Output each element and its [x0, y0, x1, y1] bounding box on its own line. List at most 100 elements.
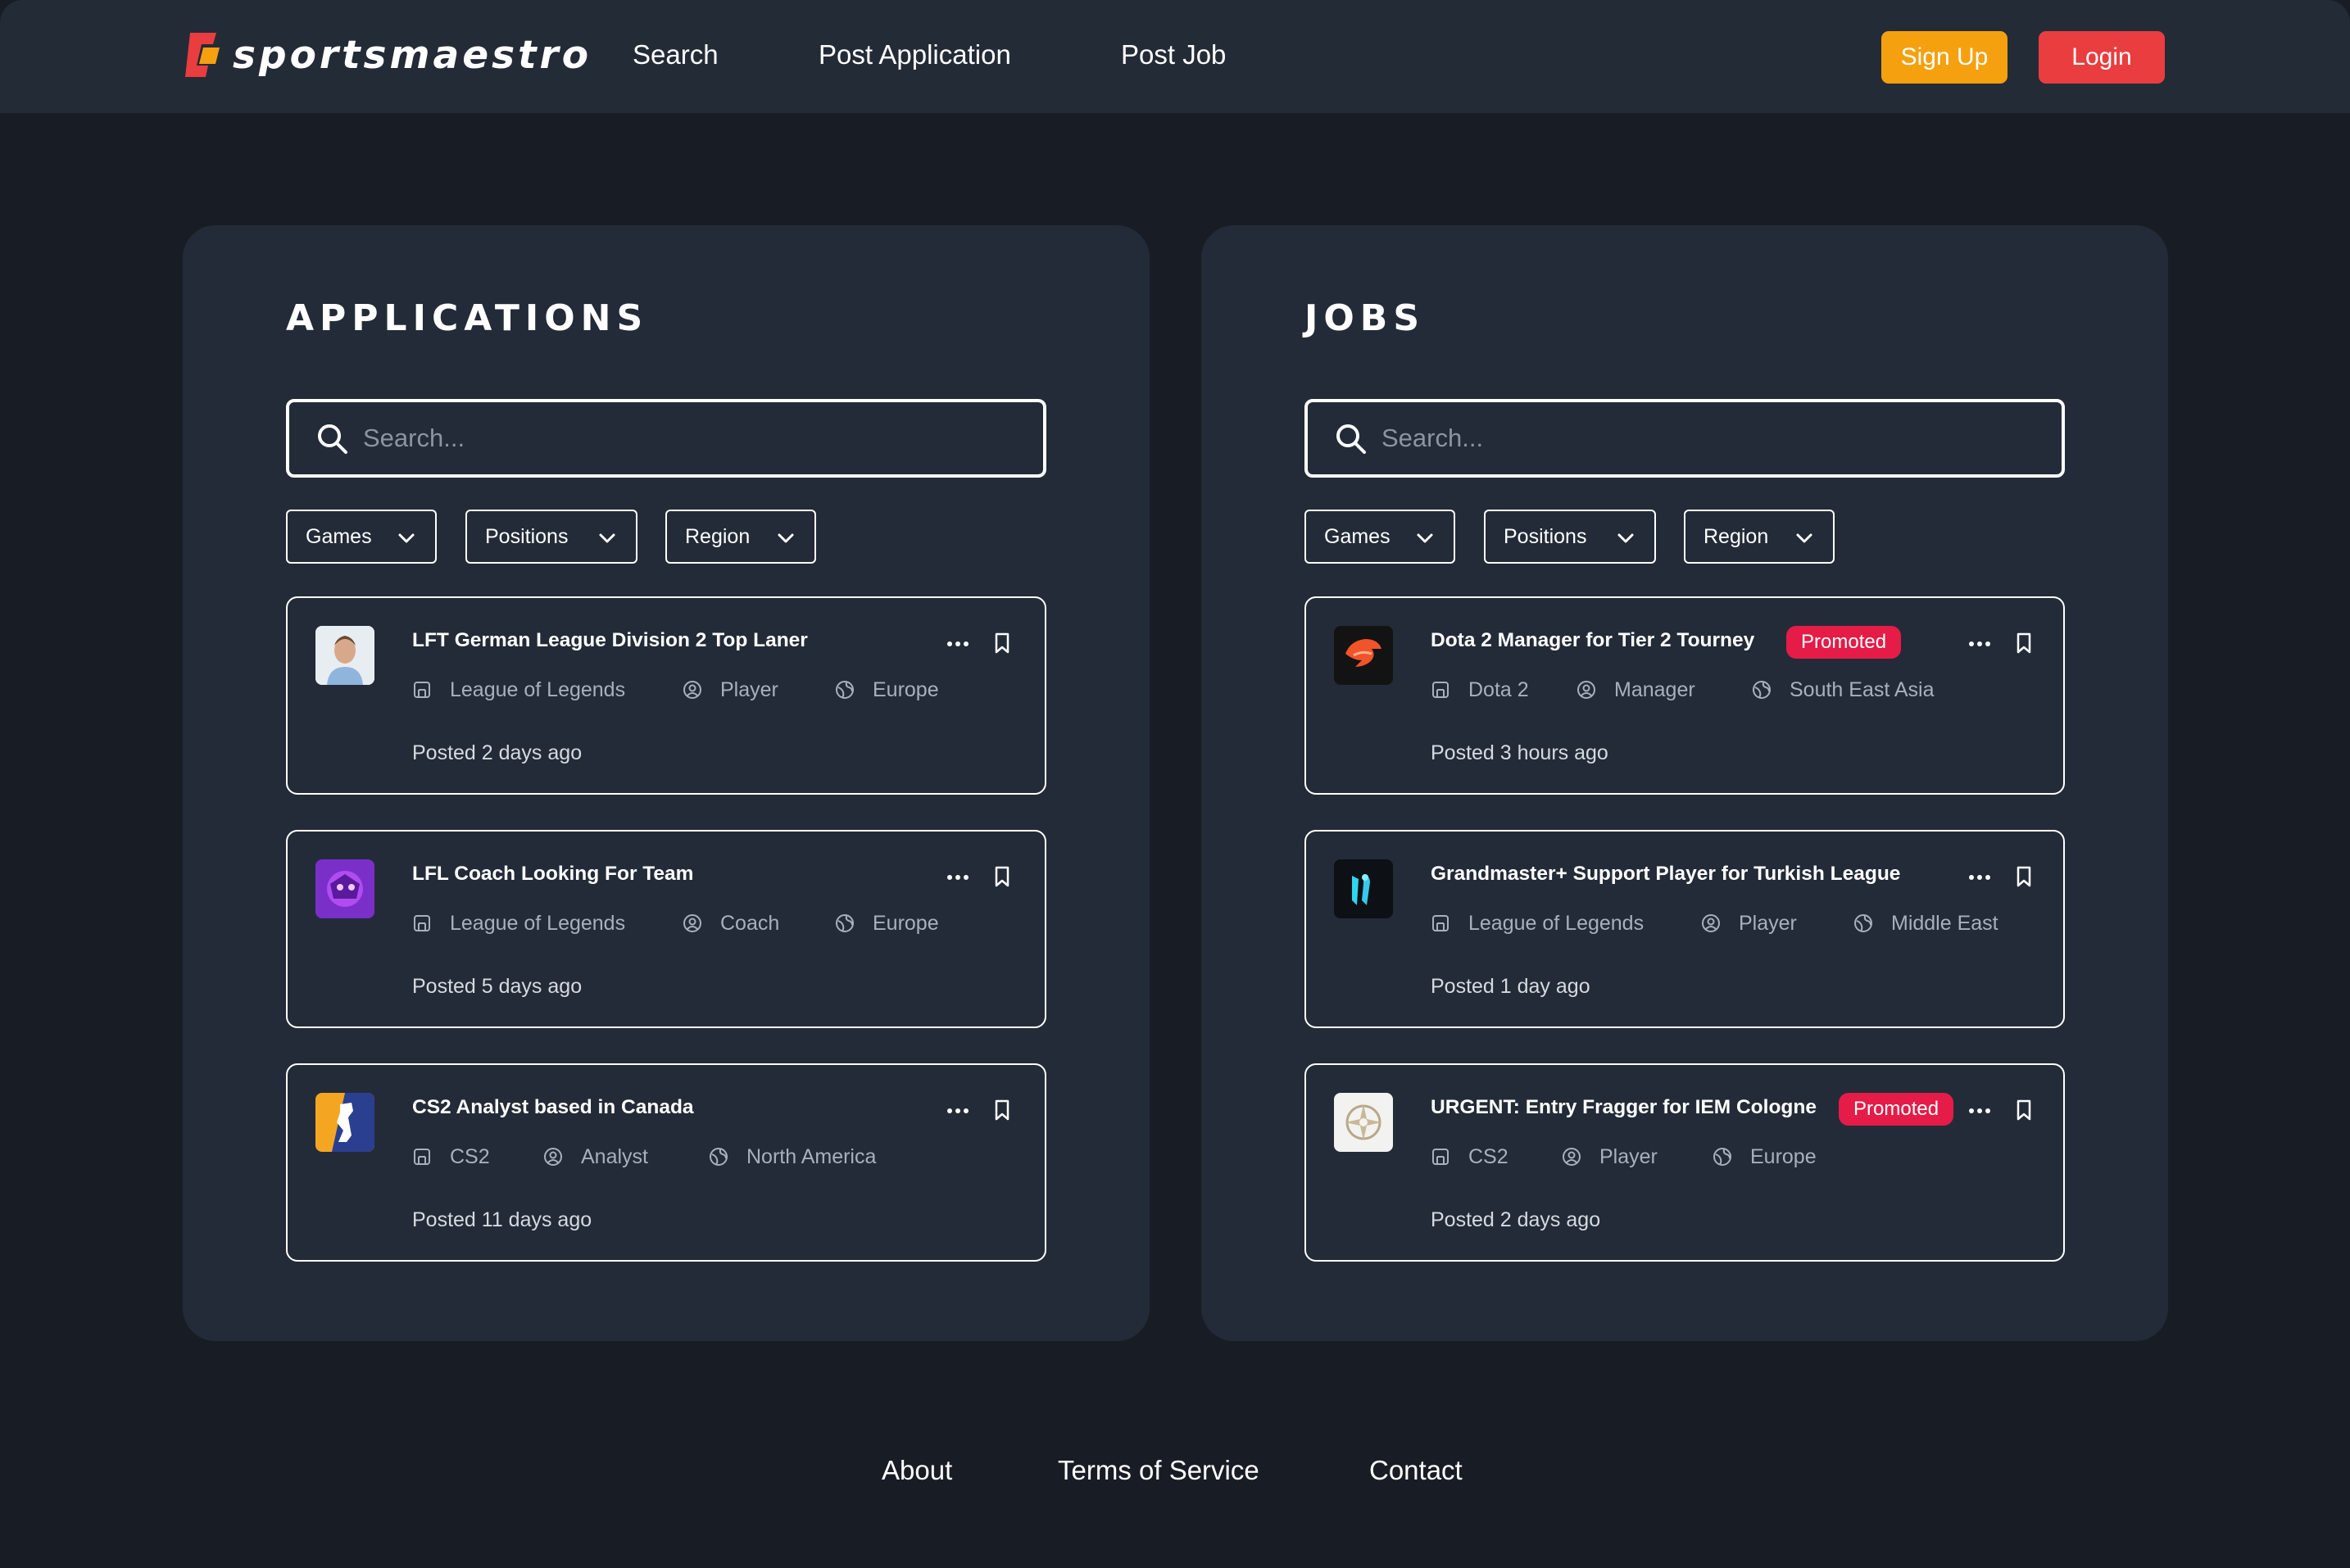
application-card[interactable]: LFL Coach Looking For Team League of Leg… [286, 830, 1046, 1028]
role-label: Player [1739, 911, 1797, 935]
search-icon [1336, 424, 1366, 454]
cyan-logo [1334, 859, 1393, 918]
search-icon [318, 424, 347, 454]
card-game: Dota 2 [1431, 677, 1529, 703]
more-options-icon[interactable] [946, 641, 969, 647]
role-label: Manager [1614, 678, 1695, 701]
promoted-badge: Promoted [1839, 1093, 1954, 1126]
more-options-icon[interactable] [946, 1108, 969, 1114]
card-game: League of Legends [1431, 910, 1644, 936]
card-title: CS2 Analyst based in Canada [412, 1096, 694, 1118]
region-label: Europe [873, 911, 939, 935]
bookmark-icon[interactable] [994, 632, 1010, 654]
posted-time: Posted 11 days ago [412, 1208, 592, 1231]
footer-contact-link[interactable]: Contact [1369, 1455, 1463, 1486]
card-role: Manager [1576, 677, 1695, 703]
role-label: Coach [720, 911, 780, 935]
filter-label: Positions [485, 524, 569, 548]
more-options-icon[interactable] [946, 874, 969, 881]
bookmark-icon[interactable] [994, 866, 1010, 887]
filter-label: Region [685, 524, 751, 548]
bookmark-icon[interactable] [2016, 632, 2032, 654]
cs2-logo [315, 1093, 374, 1152]
game-label: League of Legends [450, 911, 626, 935]
user-circle-icon [683, 681, 701, 699]
more-options-icon[interactable] [1968, 1108, 1991, 1114]
jobs-title: JOBS [1304, 297, 1426, 339]
application-card[interactable]: LFT German League Division 2 Top Laner L… [286, 596, 1046, 795]
user-circle-icon [1702, 914, 1720, 932]
region-label: North America [746, 1144, 877, 1168]
game-label: League of Legends [450, 678, 626, 701]
applications-search-input[interactable] [363, 424, 1018, 453]
games-filter-dropdown[interactable]: Games [286, 510, 437, 564]
gamepad-icon [1432, 915, 1449, 931]
job-card[interactable]: Grandmaster+ Support Player for Turkish … [1304, 830, 2065, 1028]
bookmark-icon[interactable] [2016, 1099, 2032, 1121]
card-region: North America [709, 1144, 876, 1170]
card-role: Analyst [543, 1144, 648, 1170]
jobs-search-input[interactable] [1381, 424, 2037, 453]
game-label: Dota 2 [1468, 678, 1529, 701]
footer-about-link[interactable]: About [882, 1455, 952, 1486]
gamepad-icon [414, 915, 430, 931]
chevron-down-icon [778, 533, 794, 543]
card-role: Player [1562, 1144, 1658, 1170]
card-region: Europe [835, 910, 939, 936]
nav-search-link[interactable]: Search [633, 34, 719, 75]
role-label: Player [720, 678, 778, 701]
region-filter-dropdown[interactable]: Region [665, 510, 816, 564]
nav-post-job-link[interactable]: Post Job [1121, 34, 1226, 75]
ninjas-logo [1334, 1093, 1393, 1152]
more-options-icon[interactable] [1968, 874, 1991, 881]
gamepad-icon [1432, 682, 1449, 698]
positions-filter-dropdown[interactable]: Positions [1484, 510, 1656, 564]
more-options-icon[interactable] [1968, 641, 1991, 647]
card-role: Coach [683, 910, 779, 936]
purple-avatar [315, 859, 374, 918]
user-circle-icon [544, 1148, 562, 1166]
card-region: South East Asia [1752, 677, 1935, 703]
card-title: Grandmaster+ Support Player for Turkish … [1431, 863, 1901, 885]
player-avatar [315, 626, 374, 685]
role-label: Analyst [581, 1144, 648, 1168]
nav-post-application-link[interactable]: Post Application [819, 34, 1011, 75]
games-filter-dropdown[interactable]: Games [1304, 510, 1455, 564]
login-button[interactable]: Login [2039, 31, 2165, 84]
brand-logo[interactable]: sportsmaestro [184, 31, 592, 79]
footer-terms-link[interactable]: Terms of Service [1058, 1455, 1259, 1486]
application-card[interactable]: CS2 Analyst based in Canada CS2 Analyst … [286, 1063, 1046, 1262]
globe-icon [710, 1148, 728, 1166]
positions-filter-dropdown[interactable]: Positions [465, 510, 637, 564]
jobs-search-box[interactable] [1304, 399, 2065, 478]
globe-icon [1753, 681, 1771, 699]
job-card[interactable]: Dota 2 Manager for Tier 2 Tourney Promot… [1304, 596, 2065, 795]
applications-search-box[interactable] [286, 399, 1046, 478]
sign-up-button[interactable]: Sign Up [1881, 31, 2007, 84]
card-game: CS2 [1431, 1144, 1508, 1170]
posted-time: Posted 2 days ago [412, 741, 583, 764]
game-label: League of Legends [1468, 911, 1645, 935]
chevron-down-icon [1796, 533, 1812, 543]
globe-icon [836, 681, 854, 699]
top-navbar: sportsmaestro Search Post Application Po… [0, 0, 2350, 113]
bookmark-icon[interactable] [2016, 866, 2032, 887]
applications-panel: APPLICATIONS Games Positions Region LFT … [183, 225, 1150, 1341]
bookmark-icon[interactable] [994, 1099, 1010, 1121]
region-filter-dropdown[interactable]: Region [1684, 510, 1835, 564]
chevron-down-icon [1617, 533, 1634, 543]
jobs-panel: JOBS Games Positions Region Dota 2 Manag… [1201, 225, 2168, 1341]
sportsmaestro-logo-icon [185, 33, 220, 77]
posted-time: Posted 3 hours ago [1431, 741, 1608, 764]
chevron-down-icon [599, 533, 615, 543]
posted-time: Posted 5 days ago [412, 975, 583, 998]
card-game: CS2 [412, 1144, 490, 1170]
game-label: CS2 [450, 1144, 490, 1168]
filter-label: Games [1324, 524, 1390, 548]
filter-label: Positions [1504, 524, 1587, 548]
promoted-badge: Promoted [1786, 626, 1902, 659]
filter-label: Region [1704, 524, 1769, 548]
job-card[interactable]: URGENT: Entry Fragger for IEM Cologne Pr… [1304, 1063, 2065, 1262]
user-circle-icon [683, 914, 701, 932]
region-label: South East Asia [1790, 678, 1935, 701]
